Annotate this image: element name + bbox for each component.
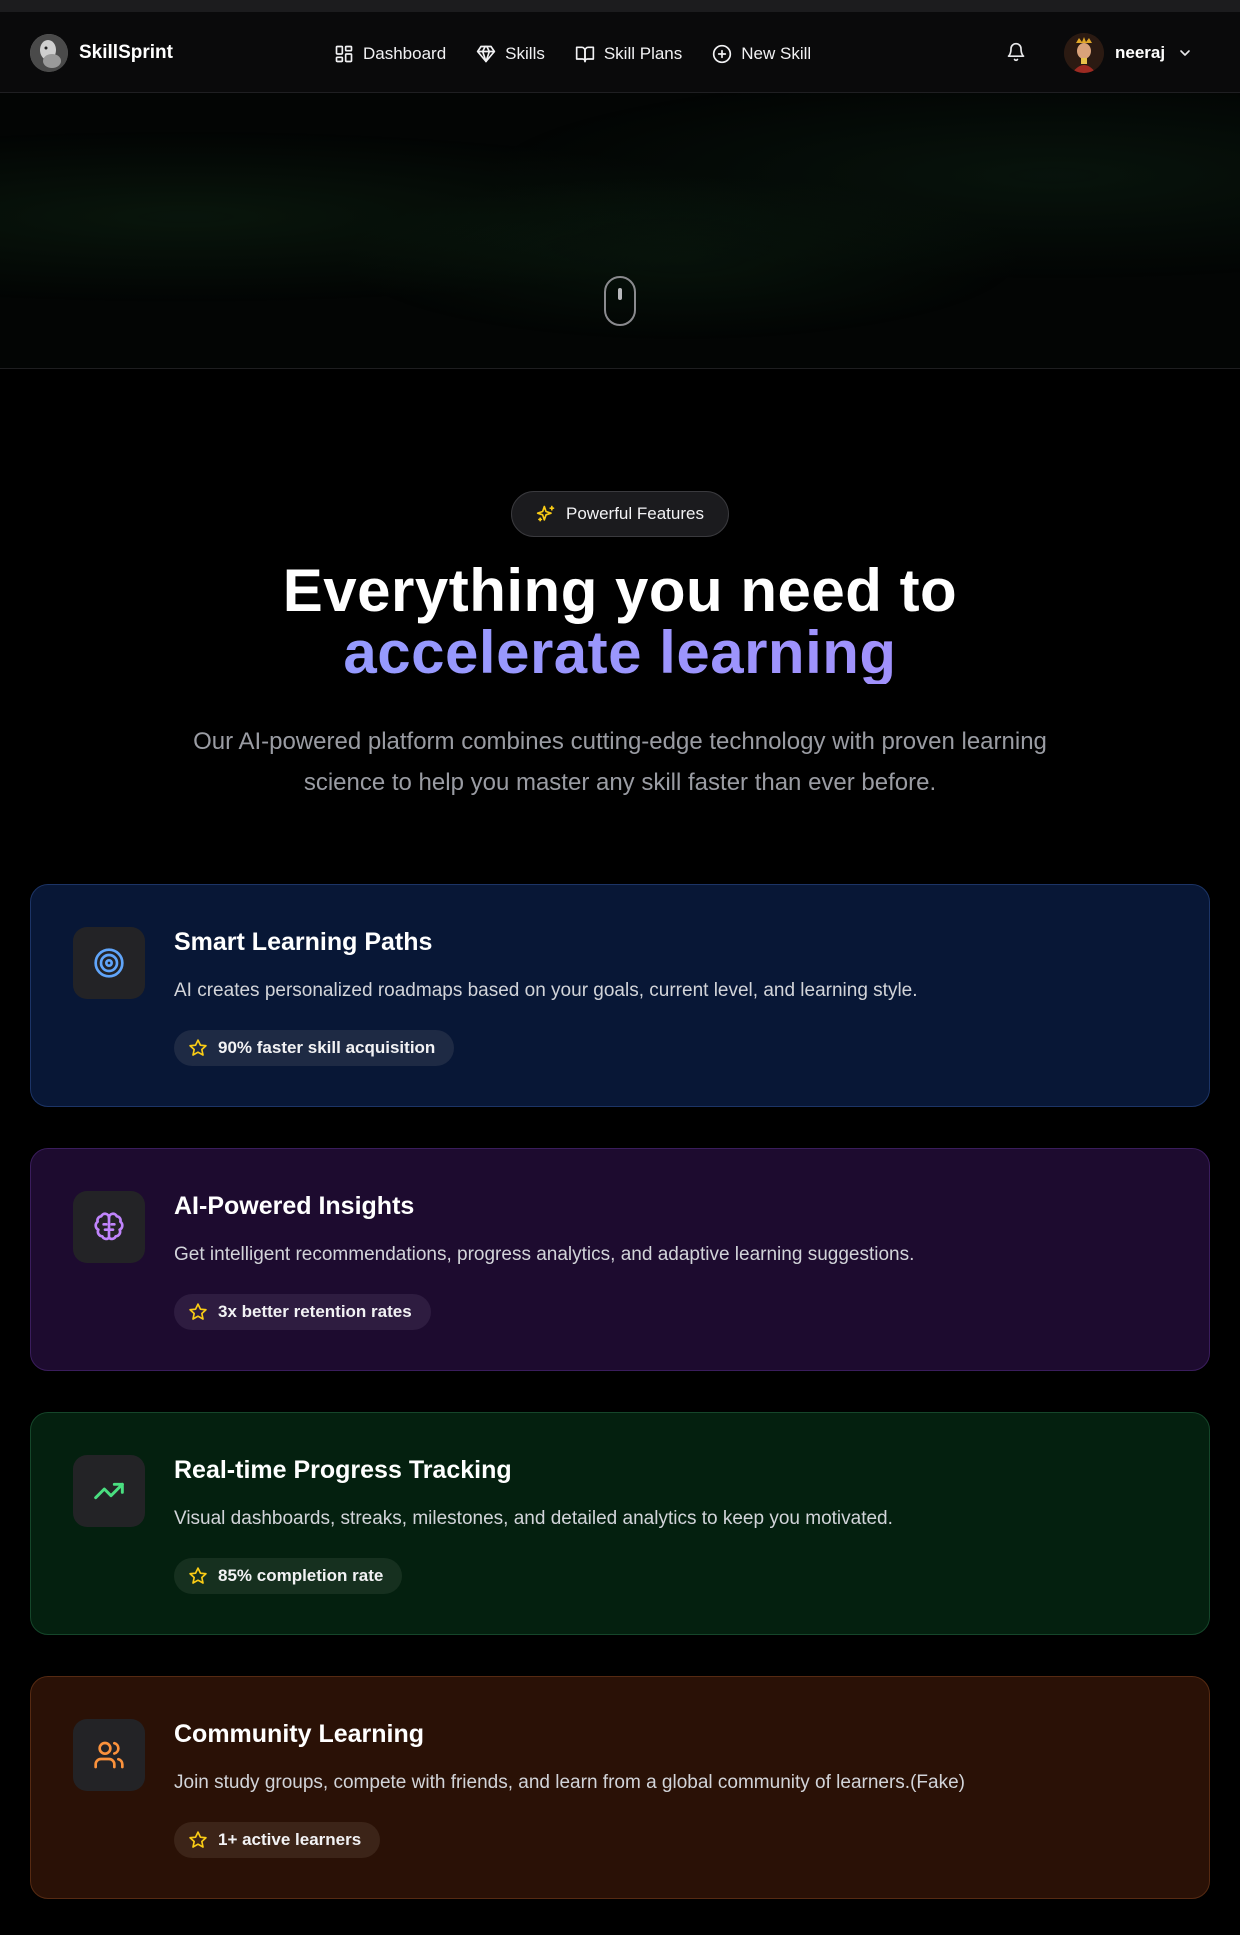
bell-icon [1007,42,1025,62]
nav-item-dashboard[interactable]: Dashboard [334,44,446,64]
feature-description: Get intelligent recommendations, progres… [174,1244,915,1265]
feature-description: Join study groups, compete with friends,… [174,1772,965,1793]
scroll-wheel [618,288,622,300]
feature-stat-label: 1+ active learners [218,1830,362,1849]
feature-description: Visual dashboards, streaks, milestones, … [174,1508,893,1529]
brain-icon [94,1212,124,1241]
headline-line-2: accelerate learning [0,622,1240,684]
avatar [1064,33,1104,73]
brand[interactable]: SkillSprint [30,33,173,73]
nav-item-label: Skills [505,44,545,63]
headline-line-1: Everything you need to [282,557,958,624]
star-icon [189,1831,207,1848]
features-subtext: Our AI-powered platform combines cutting… [193,728,1047,796]
feature-stat-label: 3x better retention rates [218,1302,412,1321]
nav-item-skill-plans[interactable]: Skill Plans [575,44,682,64]
features-badge-label: Powerful Features [566,504,704,523]
feature-stat-label: 85% completion rate [218,1566,384,1585]
feature-icon-container [73,1719,145,1791]
trending-up-icon [94,1482,124,1500]
brand-logo [30,34,68,72]
features-badge: Powerful Features [511,491,729,537]
feature-icon-container [73,1191,145,1263]
chevron-down-icon [1180,50,1190,56]
feature-title: AI-Powered Insights [174,1192,415,1220]
book-icon [575,46,595,63]
feature-title: Community Learning [174,1720,425,1748]
feature-stat-label: 90% faster skill acquisition [218,1038,436,1057]
gem-icon [477,45,496,63]
sparkles-icon [536,505,555,522]
star-icon [189,1303,207,1320]
feature-icon-container [73,1455,145,1527]
main-nav: Dashboard Skills Skill Plans New Skill [334,40,841,68]
feature-title: Real-time Progress Tracking [174,1456,512,1484]
nav-item-label: New Skill [741,44,812,63]
dashboard-icon [335,45,353,63]
users-icon [94,1741,124,1769]
target-icon [94,948,124,978]
nav-item-label: Dashboard [363,44,447,63]
feature-card-progress-tracking[interactable]: Real-time Progress Tracking Visual dashb… [30,1412,1210,1635]
star-icon [189,1039,207,1056]
user-menu[interactable]: neeraj [1064,32,1193,74]
scroll-indicator[interactable] [604,276,636,326]
feature-title: Smart Learning Paths [174,928,433,956]
username: neeraj [1115,43,1166,62]
feature-icon-container [73,927,145,999]
star-icon [189,1567,207,1584]
notifications-button[interactable] [1006,42,1026,67]
feature-description: AI creates personalized roadmaps based o… [174,980,918,1001]
plus-circle-icon [713,44,732,64]
feature-card-ai-powered-insights[interactable]: AI-Powered Insights Get intelligent reco… [30,1148,1210,1371]
brand-name: SkillSprint [79,42,173,63]
feature-stat-badge: 3x better retention rates [174,1294,431,1330]
features-headline: Everything you need to accelerate learni… [0,560,1240,684]
nav-item-label: Skill Plans [603,44,683,63]
hero-banner [0,93,1240,369]
feature-card-community-learning[interactable]: Community Learning Join study groups, co… [30,1676,1210,1899]
nav-item-skills[interactable]: Skills [476,44,545,64]
feature-stat-badge: 1+ active learners [174,1822,381,1858]
feature-card-smart-learning-paths[interactable]: Smart Learning Paths AI creates personal… [30,884,1210,1107]
top-navbar: SkillSprint Dashboard Skills Skill Plans [0,12,1240,93]
feature-stat-badge: 85% completion rate [174,1558,403,1594]
feature-stat-badge: 90% faster skill acquisition [174,1030,455,1066]
window-top-strip [0,0,1240,12]
nav-item-new-skill[interactable]: New Skill [712,44,811,64]
hero-background-pattern [0,93,1240,368]
